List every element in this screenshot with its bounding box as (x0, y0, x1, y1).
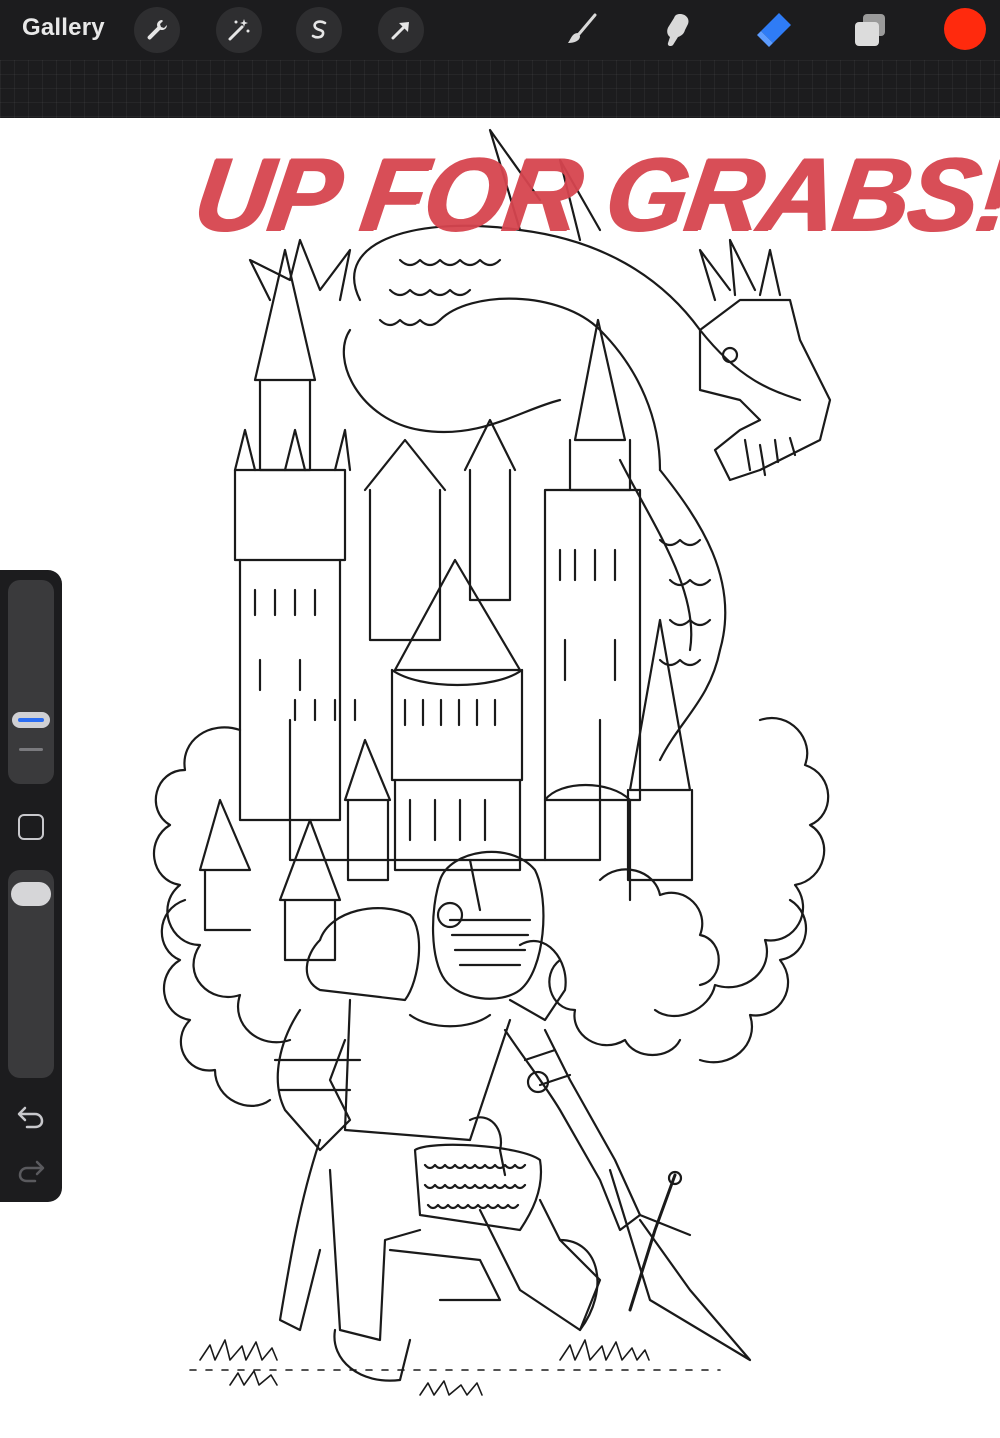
brush-icon (568, 13, 597, 43)
artwork-illustration (152, 128, 832, 1396)
gallery-button[interactable]: Gallery (22, 14, 105, 42)
redo-icon[interactable] (15, 1156, 47, 1184)
undo-icon[interactable] (15, 1102, 47, 1130)
smudge-tool[interactable] (656, 8, 700, 52)
color-picker-button[interactable] (944, 8, 986, 50)
grass-drawing (189, 1339, 721, 1396)
knight-drawing (273, 850, 752, 1382)
adjustments-button[interactable] (216, 7, 262, 53)
transform-arrow-icon (391, 22, 409, 40)
toolbar-grid-strip (0, 60, 1000, 118)
cloud-drawing (152, 717, 830, 1107)
transform-button[interactable] (378, 7, 424, 53)
brush-size-thumb[interactable] (12, 712, 50, 728)
castle-drawing (198, 248, 694, 962)
smudge-icon (667, 14, 689, 47)
magic-wand-icon (228, 19, 250, 41)
opacity-thumb[interactable] (11, 882, 51, 906)
eraser-tool[interactable] (752, 8, 796, 52)
sidebar (0, 570, 62, 1202)
selection-button[interactable] (296, 7, 342, 53)
selection-icon (311, 20, 327, 39)
layers-button[interactable] (848, 8, 892, 52)
eraser-icon (757, 13, 791, 47)
actions-button[interactable] (134, 7, 180, 53)
up-for-grabs-text: UP FOR GRABS! (187, 137, 1000, 253)
size-indicator-tick (19, 748, 43, 751)
layers-icon (855, 14, 885, 46)
top-toolbar: Gallery (0, 0, 1000, 60)
brush-tool[interactable] (560, 8, 604, 52)
modify-button[interactable] (18, 814, 44, 840)
wrench-icon (147, 20, 168, 40)
brush-size-slider[interactable] (8, 580, 54, 784)
